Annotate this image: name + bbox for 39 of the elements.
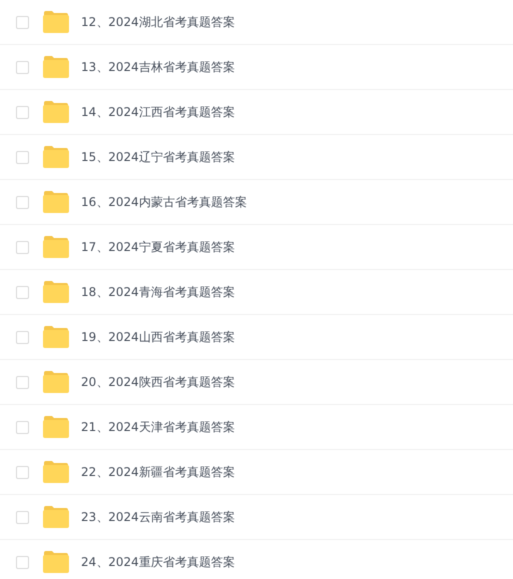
checkbox[interactable]: [16, 330, 29, 344]
folder-name[interactable]: 16、2024内蒙古省考真题答案: [81, 194, 247, 210]
folder-name[interactable]: 17、2024宁夏省考真题答案: [81, 238, 235, 256]
folder-name[interactable]: 14、2024江西省考真题答案: [81, 104, 235, 120]
checkbox[interactable]: [16, 150, 29, 164]
folder-icon: [43, 416, 69, 438]
folder-name[interactable]: 13、2024吉林省考真题答案: [81, 58, 235, 76]
checkbox[interactable]: [16, 106, 29, 118]
folder-icon: [43, 371, 69, 393]
folder-name[interactable]: 22、2024新疆省考真题答案: [81, 464, 235, 480]
folder-icon: [43, 326, 69, 348]
folder-icon: [43, 506, 69, 528]
folder-name[interactable]: 23、2024云南省考真题答案: [81, 508, 235, 526]
folder-name[interactable]: 19、2024山西省考真题答案: [81, 328, 235, 346]
checkbox[interactable]: [16, 240, 29, 254]
checkbox[interactable]: [16, 196, 29, 208]
folder-icon: [43, 191, 69, 213]
folder-name[interactable]: 20、2024陕西省考真题答案: [81, 374, 235, 390]
folder-icon: [43, 461, 69, 483]
folder-icon: [43, 281, 69, 303]
folder-name[interactable]: 15、2024辽宁省考真题答案: [81, 148, 235, 166]
checkbox[interactable]: [16, 556, 29, 568]
folder-icon: [43, 146, 69, 168]
checkbox[interactable]: [16, 60, 29, 74]
checkbox[interactable]: [16, 376, 29, 388]
checkbox[interactable]: [16, 466, 29, 478]
folder-icon: [43, 551, 69, 573]
folder-icon: [43, 56, 69, 78]
checkbox[interactable]: [16, 286, 29, 298]
folder-icon: [43, 236, 69, 258]
folder-icon: [43, 101, 69, 123]
folder-name[interactable]: 21、2024天津省考真题答案: [81, 418, 235, 436]
folder-name[interactable]: 18、2024青海省考真题答案: [81, 284, 235, 300]
checkbox[interactable]: [16, 420, 29, 434]
checkbox[interactable]: [16, 16, 29, 28]
checkbox[interactable]: [16, 510, 29, 524]
folder-icon: [43, 11, 69, 33]
folder-name[interactable]: 24、2024重庆省考真题答案: [81, 554, 235, 570]
folder-name[interactable]: 12、2024湖北省考真题答案: [81, 14, 235, 30]
